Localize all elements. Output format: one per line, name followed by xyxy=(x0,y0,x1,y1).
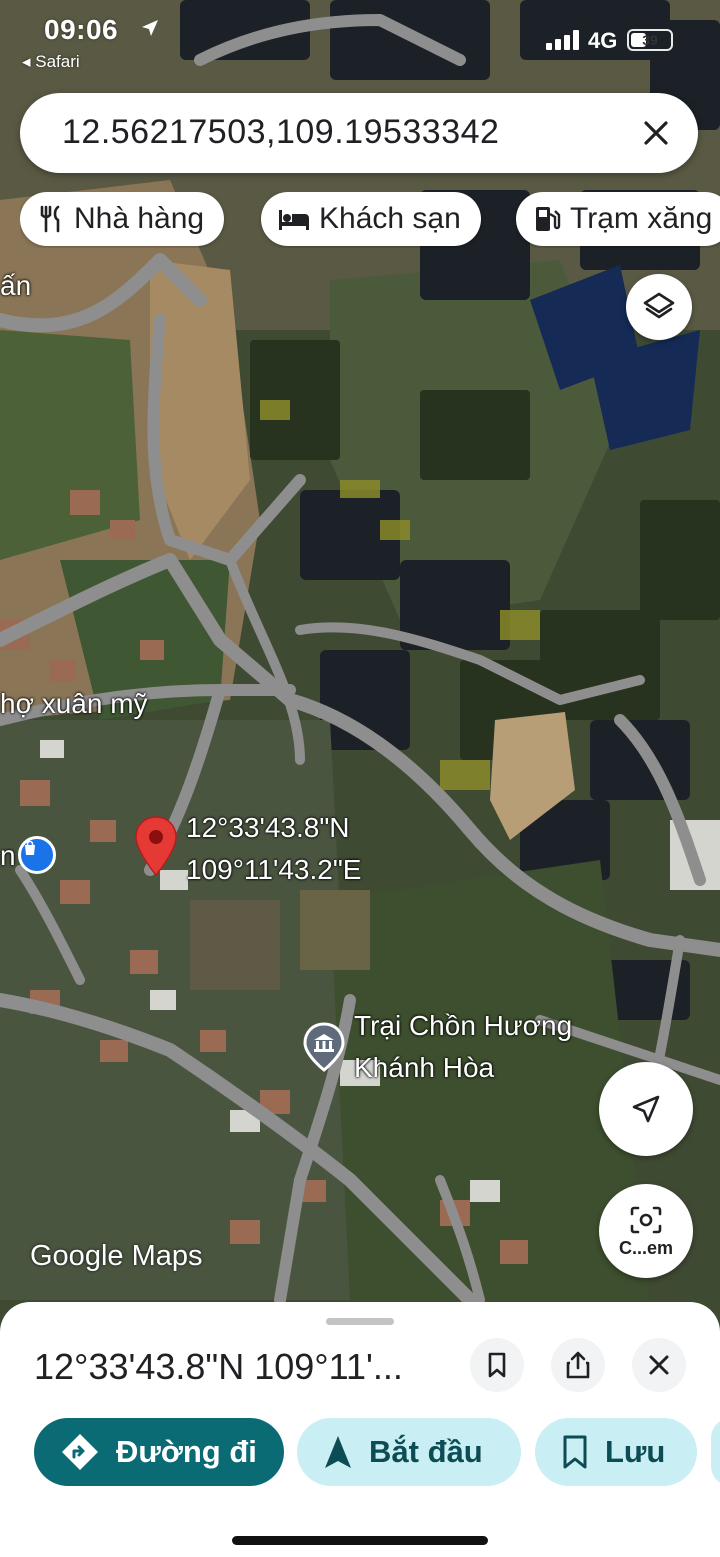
battery-level: 39 xyxy=(642,32,658,48)
map-label-market: hợ xuân mỹ xyxy=(0,688,148,719)
pin-longitude-label: 109°11'43.2"E xyxy=(186,854,362,885)
bookmark-icon xyxy=(488,1352,506,1378)
cellular-signal-icon xyxy=(546,30,579,50)
poi-name-line2[interactable]: Khánh Hòa xyxy=(354,1052,494,1084)
map-label-fragment: ấn xyxy=(0,270,32,301)
save-label: Lưu xyxy=(605,1434,666,1469)
close-icon[interactable] xyxy=(638,115,674,151)
search-bar[interactable]: 12.56217503,109.19533342 xyxy=(20,93,698,173)
sheet-drag-handle[interactable] xyxy=(326,1318,394,1325)
more-actions-button[interactable] xyxy=(711,1418,720,1486)
shopping-bag-icon[interactable] xyxy=(18,836,56,874)
back-to-safari[interactable]: ◂ Safari xyxy=(22,52,80,72)
bookmark-icon xyxy=(563,1435,587,1469)
chip-label: Khách sạn xyxy=(319,202,461,235)
camera-button-label: C...em xyxy=(618,1237,674,1258)
navigation-start-icon xyxy=(325,1436,351,1468)
poi-name-line1[interactable]: Trại Chồn Hương xyxy=(354,1010,572,1042)
chip-label: Nhà hàng xyxy=(74,202,205,235)
close-icon xyxy=(649,1355,669,1375)
layers-icon xyxy=(643,292,675,319)
home-indicator xyxy=(232,1536,488,1545)
chip-hotels[interactable]: Khách sạn xyxy=(261,192,481,246)
restaurant-icon xyxy=(40,205,60,233)
start-label: Bắt đầu xyxy=(369,1434,483,1469)
action-buttons: Đường đi Bắt đầu Lưu xyxy=(0,1418,720,1488)
my-location-button[interactable] xyxy=(599,1062,693,1156)
pin-latitude-label: 12°33'43.8"N xyxy=(186,812,350,843)
status-bar: 09:06 ◂ Safari 4G 39 xyxy=(0,0,720,80)
status-time: 09:06 xyxy=(44,14,119,45)
camera-search-icon xyxy=(630,1206,662,1233)
google-maps-watermark: Google Maps xyxy=(30,1240,203,1272)
camera-search-button[interactable]: C...em xyxy=(599,1184,693,1278)
chip-restaurants[interactable]: Nhà hàng xyxy=(20,192,225,246)
battery-icon: 39 xyxy=(627,29,673,51)
category-chips: Nhà hàng Khách sạn Trạm xăng xyxy=(20,192,720,248)
location-services-icon xyxy=(142,20,158,36)
search-query[interactable]: 12.56217503,109.19533342 xyxy=(62,113,499,152)
chip-label: Trạm xăng xyxy=(570,202,713,235)
place-title: 12°33'43.8"N 109°11'... xyxy=(34,1346,403,1387)
map-label-edge: n xyxy=(0,840,16,871)
close-sheet-button[interactable] xyxy=(632,1338,686,1392)
save-button[interactable]: Lưu xyxy=(535,1418,697,1486)
start-navigation-button[interactable]: Bắt đầu xyxy=(297,1418,521,1486)
network-type: 4G xyxy=(588,28,618,53)
directions-button[interactable]: Đường đi xyxy=(34,1418,284,1486)
directions-label: Đường đi xyxy=(116,1434,257,1469)
share-icon xyxy=(566,1351,590,1379)
place-bottom-sheet[interactable]: 12°33'43.8"N 109°11'... Đường đi Bắt đầu… xyxy=(0,1302,720,1557)
chip-gas-stations[interactable]: Trạm xăng xyxy=(516,192,720,246)
directions-icon xyxy=(62,1434,98,1470)
save-place-button[interactable] xyxy=(470,1338,524,1392)
layers-button[interactable] xyxy=(626,274,692,340)
hotel-icon xyxy=(279,210,309,230)
share-button[interactable] xyxy=(551,1338,605,1392)
navigation-arrow-icon xyxy=(632,1095,660,1123)
gas-station-icon xyxy=(536,207,561,231)
